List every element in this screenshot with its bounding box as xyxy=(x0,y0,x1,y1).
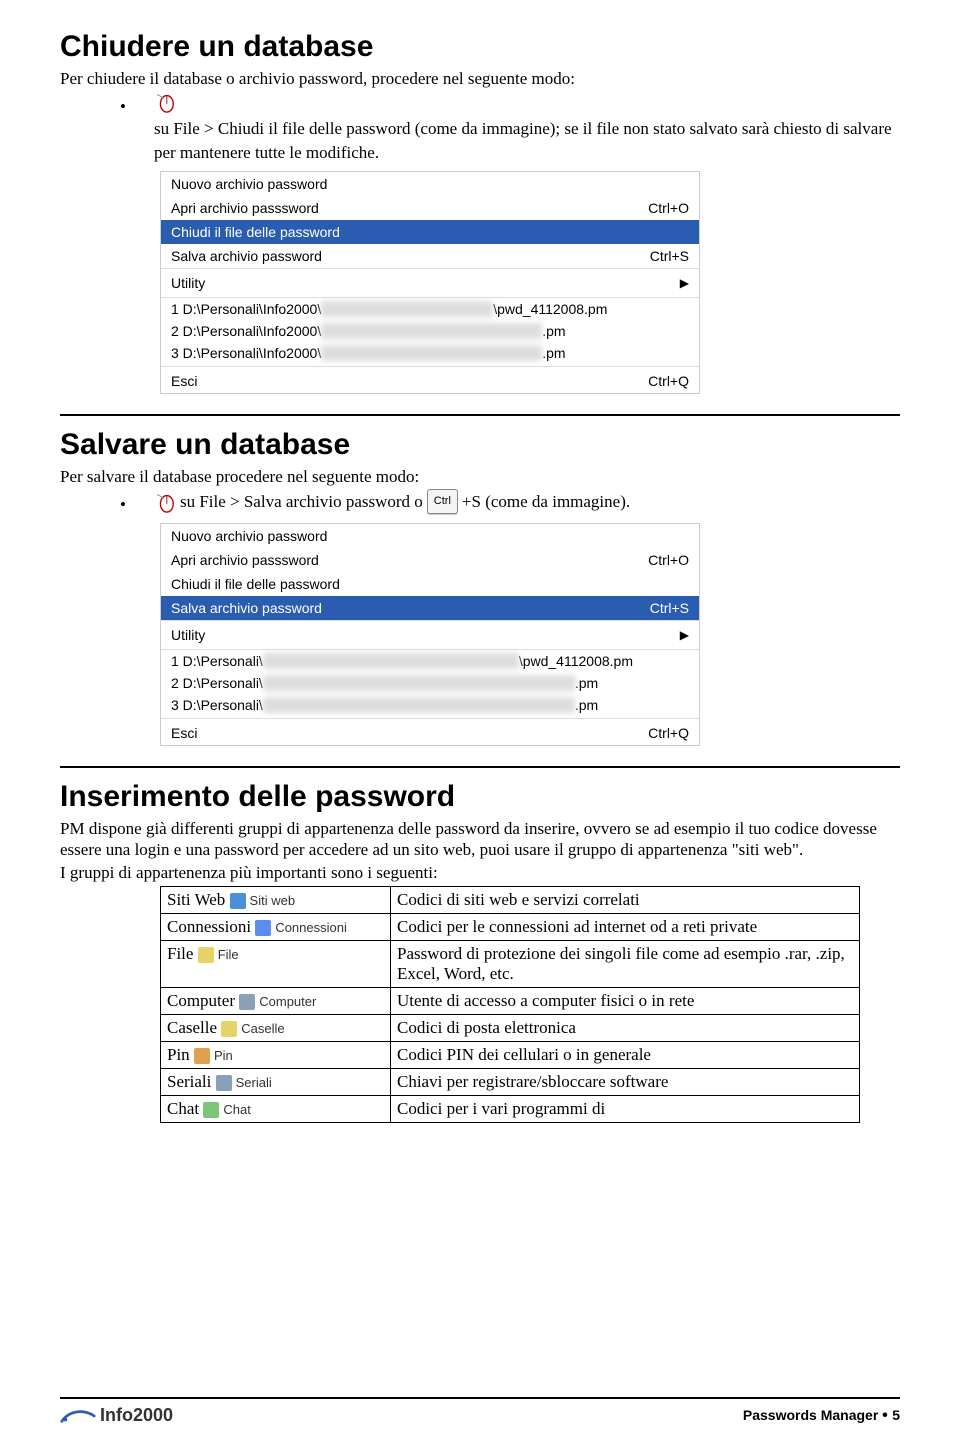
group-tag: Siti web xyxy=(230,893,296,909)
group-icon xyxy=(216,1075,232,1091)
groups-table: Siti Web Siti webCodici di siti web e se… xyxy=(160,886,860,1123)
menu-item-selected[interactable]: Salva archivio passwordCtrl+S xyxy=(161,596,699,620)
footer-logo-text: Info2000 xyxy=(100,1405,173,1426)
menu-recent-item[interactable]: 1 D:\Personali\Info2000\xxxxxxxxxxxxxxxx… xyxy=(161,298,699,320)
group-tag: File xyxy=(198,947,239,963)
menu-recent-item[interactable]: 3 D:\Personali\Info2000\xxxxxxxxxxxxxxxx… xyxy=(161,342,699,364)
redacted-path: xxxxxxxxxxxxxxxxxxxxxxxx xyxy=(321,301,493,317)
menu-item[interactable]: Salva archivio passwordCtrl+S xyxy=(161,244,699,268)
bullet-text-salvare-post: +S (come da immagine). xyxy=(462,490,630,514)
table-row: Seriali SerialiChiavi per registrare/sbl… xyxy=(161,1068,860,1095)
footer-page-ref: Passwords Manager • 5 xyxy=(743,1407,900,1425)
chevron-right-icon: ▶ xyxy=(680,276,689,290)
group-tag: Seriali xyxy=(216,1075,272,1091)
group-icon xyxy=(198,947,214,963)
redacted-path: xxxxxxxxxxxxxxxxxxxxxxxxxxxxxxxxxxxx xyxy=(263,653,519,669)
group-icon xyxy=(239,994,255,1010)
group-icon xyxy=(194,1048,210,1064)
section-divider xyxy=(60,414,900,416)
group-name-cell: Computer Computer xyxy=(161,987,391,1014)
table-row: Computer ComputerUtente di accesso a com… xyxy=(161,987,860,1014)
table-row: Connessioni ConnessioniCodici per le con… xyxy=(161,913,860,940)
heading-chiudere: Chiudere un database xyxy=(60,30,900,64)
group-icon xyxy=(230,893,246,909)
group-desc-cell: Chiavi per registrare/sbloccare software xyxy=(391,1068,860,1095)
group-desc-cell: Password di protezione dei singoli file … xyxy=(391,940,860,987)
group-name-cell: Siti Web Siti web xyxy=(161,886,391,913)
group-desc-cell: Codici PIN dei cellulari o in generale xyxy=(391,1041,860,1068)
group-icon xyxy=(221,1021,237,1037)
lead-groups: I gruppi di appartenenza più importanti … xyxy=(60,862,900,883)
para-inserimento: PM dispone già differenti gruppi di appa… xyxy=(60,818,900,861)
mouse-icon xyxy=(154,491,176,513)
menu-item[interactable]: Nuovo archivio password xyxy=(161,524,699,548)
bullet-dot: • xyxy=(120,493,126,517)
heading-inserimento: Inserimento delle password xyxy=(60,780,900,814)
menu-item-utility[interactable]: Utility▶ xyxy=(161,268,699,298)
group-icon xyxy=(203,1102,219,1118)
group-name-cell: Pin Pin xyxy=(161,1041,391,1068)
menu-item[interactable]: Chiudi il file delle password xyxy=(161,572,699,596)
menu-recent-item[interactable]: 2 D:\Personali\xxxxxxxxxxxxxxxxxxxxxxxxx… xyxy=(161,672,699,694)
table-row: Siti Web Siti webCodici di siti web e se… xyxy=(161,886,860,913)
group-icon xyxy=(255,920,271,936)
menu-item-exit[interactable]: EsciCtrl+Q xyxy=(161,721,699,745)
redacted-path: xxxxxxxxxxxxxxxxxxxxxxxxxxxxxxxxxxxxxxxx… xyxy=(263,697,575,713)
group-tag: Connessioni xyxy=(255,920,347,936)
menu-item-utility[interactable]: Utility▶ xyxy=(161,620,699,650)
menu-item[interactable]: Apri archivio passswordCtrl+O xyxy=(161,548,699,572)
group-name-cell: Chat Chat xyxy=(161,1095,391,1122)
group-desc-cell: Codici per i vari programmi di xyxy=(391,1095,860,1122)
menu-recent-item[interactable]: 1 D:\Personali\xxxxxxxxxxxxxxxxxxxxxxxxx… xyxy=(161,650,699,672)
group-name-cell: File File xyxy=(161,940,391,987)
intro-chiudere: Per chiudere il database o archivio pass… xyxy=(60,68,900,89)
group-name-cell: Connessioni Connessioni xyxy=(161,913,391,940)
group-desc-cell: Codici di posta elettronica xyxy=(391,1014,860,1041)
ctrl-key-icon: Ctrl xyxy=(427,489,458,514)
menu-recent-item[interactable]: 3 D:\Personali\xxxxxxxxxxxxxxxxxxxxxxxxx… xyxy=(161,694,699,716)
table-row: File FilePassword di protezione dei sing… xyxy=(161,940,860,987)
group-tag: Pin xyxy=(194,1048,233,1064)
mouse-icon xyxy=(154,91,176,113)
group-name-cell: Seriali Seriali xyxy=(161,1068,391,1095)
file-menu-2: Nuovo archivio password Apri archivio pa… xyxy=(160,523,700,746)
table-row: Pin PinCodici PIN dei cellulari o in gen… xyxy=(161,1041,860,1068)
file-menu-1: Nuovo archivio password Apri archivio pa… xyxy=(160,171,700,394)
group-name-cell: Caselle Caselle xyxy=(161,1014,391,1041)
group-desc-cell: Codici per le connessioni ad internet od… xyxy=(391,913,860,940)
group-desc-cell: Codici di siti web e servizi correlati xyxy=(391,886,860,913)
footer-logo: Info2000 xyxy=(60,1405,173,1426)
group-tag: Computer xyxy=(239,994,316,1010)
table-row: Caselle CaselleCodici di posta elettroni… xyxy=(161,1014,860,1041)
chevron-right-icon: ▶ xyxy=(680,628,689,642)
redacted-path: xxxxxxxxxxxxxxxxxxxxxxxxxxxxxxxxxxxxxxxx… xyxy=(263,675,575,691)
logo-swoosh-icon xyxy=(60,1406,96,1426)
menu-item-exit[interactable]: EsciCtrl+Q xyxy=(161,369,699,393)
bullet-text-chiudere: su File > Chiudi il file delle password … xyxy=(154,117,900,165)
intro-salvare: Per salvare il database procedere nel se… xyxy=(60,466,900,487)
bullet-text-salvare-pre: su File > Salva archivio password o xyxy=(180,490,423,514)
redacted-path: xxxxxxxxxxxxxxxxxxxxxxxxxxxxxxx xyxy=(321,345,542,361)
bullet-chiudere: • su File > Chiudi il file delle passwor… xyxy=(120,91,900,165)
redacted-path: xxxxxxxxxxxxxxxxxxxxxxxxxxxxxxx xyxy=(321,323,542,339)
page-footer: Info2000 Passwords Manager • 5 xyxy=(60,1397,900,1426)
group-tag: Caselle xyxy=(221,1021,284,1037)
group-desc-cell: Utente di accesso a computer fisici o in… xyxy=(391,987,860,1014)
group-tag: Chat xyxy=(203,1102,250,1118)
heading-salvare: Salvare un database xyxy=(60,428,900,462)
section-divider xyxy=(60,766,900,768)
menu-item[interactable]: Apri archivio passswordCtrl+O xyxy=(161,196,699,220)
menu-recent-item[interactable]: 2 D:\Personali\Info2000\xxxxxxxxxxxxxxxx… xyxy=(161,320,699,342)
menu-item-selected[interactable]: Chiudi il file delle password xyxy=(161,220,699,244)
table-row: Chat ChatCodici per i vari programmi di xyxy=(161,1095,860,1122)
bullet-dot: • xyxy=(120,95,126,119)
bullet-salvare: • su File > Salva archivio password o Ct… xyxy=(120,489,900,517)
menu-item[interactable]: Nuovo archivio password xyxy=(161,172,699,196)
